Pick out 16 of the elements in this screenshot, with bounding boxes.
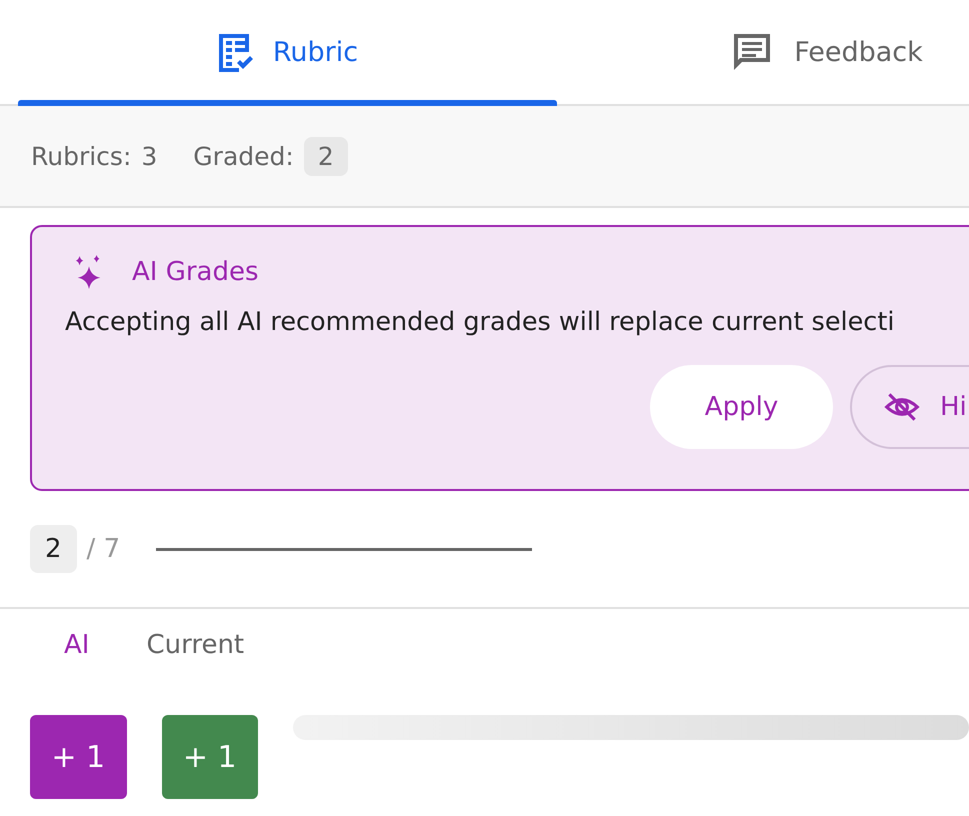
column-label: AI bbox=[64, 630, 90, 660]
score-button[interactable]: + 1 bbox=[162, 715, 258, 799]
score-button[interactable]: + 1 bbox=[30, 715, 126, 799]
graded-label: Graded: bbox=[193, 142, 294, 170]
column-label: Current bbox=[146, 630, 244, 660]
tab[interactable]: Feedback bbox=[557, 0, 969, 104]
card-title: AI Grades bbox=[132, 257, 259, 287]
card-message: Accepting all AI recommended grades will replace current selecti bbox=[65, 307, 896, 337]
tab[interactable]: Rubric bbox=[18, 0, 557, 104]
page-total: / 7 bbox=[86, 534, 120, 564]
graded-count-badge: 2 bbox=[304, 136, 348, 176]
hide-button[interactable]: Hi bbox=[850, 365, 969, 449]
rubrics-count: 3 bbox=[141, 142, 158, 170]
apply-button[interactable]: Apply bbox=[650, 365, 833, 449]
page-number: 2 bbox=[30, 525, 77, 573]
rubrics-label: Rubrics: bbox=[31, 142, 132, 170]
